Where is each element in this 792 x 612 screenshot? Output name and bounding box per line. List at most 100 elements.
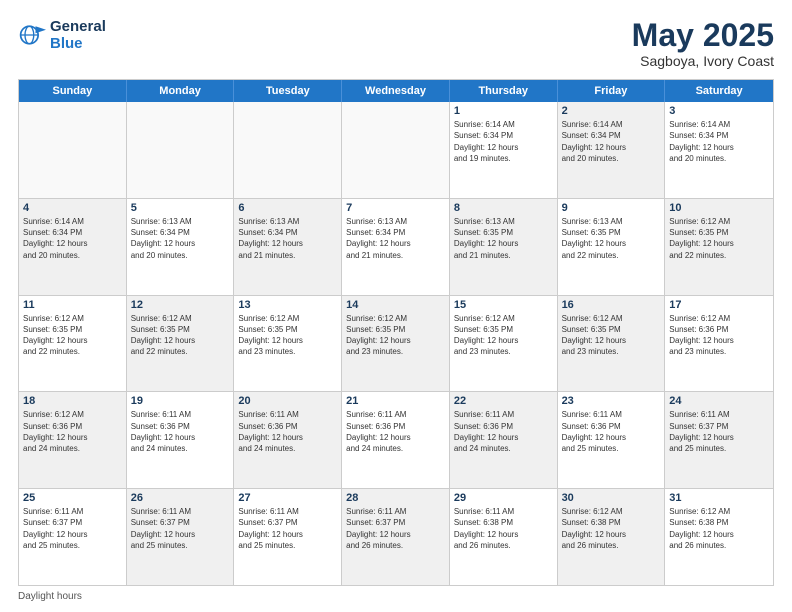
cell-detail: Sunrise: 6:13 AM Sunset: 6:35 PM Dayligh… <box>454 216 553 261</box>
cell-detail: Sunrise: 6:12 AM Sunset: 6:35 PM Dayligh… <box>454 313 553 358</box>
calendar-cell: 3 Sunrise: 6:14 AM Sunset: 6:34 PM Daylig… <box>665 102 773 198</box>
day-number: 26 <box>131 492 230 504</box>
calendar-cell: 4Sunrise: 6:14 AM Sunset: 6:34 PM Daylig… <box>19 199 127 295</box>
day-number: 27 <box>238 492 337 504</box>
day-number: 31 <box>669 492 769 504</box>
cell-detail: Sunrise: 6:11 AM Sunset: 6:38 PM Dayligh… <box>454 506 553 551</box>
cell-detail: Sunrise: 6:13 AM Sunset: 6:34 PM Dayligh… <box>131 216 230 261</box>
logo: General Blue <box>18 18 106 53</box>
cell-detail: Sunrise: 6:11 AM Sunset: 6:36 PM Dayligh… <box>346 409 445 454</box>
day-number: 3 <box>669 105 769 117</box>
calendar-week-row: 1 Sunrise: 6:14 AM Sunset: 6:34 PM Daylig… <box>19 102 773 199</box>
header: General Blue May 2025 Sagboya, Ivory Coa… <box>18 18 774 69</box>
day-number: 1 <box>454 105 553 117</box>
day-number: 20 <box>238 395 337 407</box>
calendar-cell: 22 Sunrise: 6:11 AM Sunset: 6:36 PM Dayli… <box>450 392 558 488</box>
cell-detail: Sunrise: 6:14 AM Sunset: 6:34 PM Dayligh… <box>562 119 661 164</box>
cell-detail: Sunrise: 6:12 AM Sunset: 6:38 PM Dayligh… <box>669 506 769 551</box>
logo-icon <box>18 21 46 49</box>
calendar: SundayMondayTuesdayWednesdayThursdayFrid… <box>18 79 774 586</box>
cell-detail: Sunrise: 6:12 AM Sunset: 6:35 PM Dayligh… <box>23 313 122 358</box>
cell-detail: Sunrise: 6:11 AM Sunset: 6:36 PM Dayligh… <box>131 409 230 454</box>
cell-detail: Sunrise: 6:11 AM Sunset: 6:36 PM Dayligh… <box>562 409 661 454</box>
cell-detail: Sunrise: 6:11 AM Sunset: 6:37 PM Dayligh… <box>238 506 337 551</box>
calendar-day-header: Wednesday <box>342 80 450 102</box>
cell-detail: Sunrise: 6:12 AM Sunset: 6:38 PM Dayligh… <box>562 506 661 551</box>
cell-detail: Sunrise: 6:11 AM Sunset: 6:36 PM Dayligh… <box>238 409 337 454</box>
calendar-day-header: Thursday <box>450 80 558 102</box>
day-number: 21 <box>346 395 445 407</box>
subtitle: Sagboya, Ivory Coast <box>632 53 774 69</box>
calendar-cell: 17Sunrise: 6:12 AM Sunset: 6:36 PM Dayli… <box>665 296 773 392</box>
cell-detail: Sunrise: 6:14 AM Sunset: 6:34 PM Dayligh… <box>669 119 769 164</box>
day-number: 30 <box>562 492 661 504</box>
calendar-cell <box>234 102 342 198</box>
main-title: May 2025 <box>632 18 774 53</box>
calendar-cell <box>127 102 235 198</box>
calendar-cell: 19 Sunrise: 6:11 AM Sunset: 6:36 PM Dayli… <box>127 392 235 488</box>
logo-text: General Blue <box>50 18 106 53</box>
cell-detail: Sunrise: 6:12 AM Sunset: 6:35 PM Dayligh… <box>131 313 230 358</box>
day-number: 19 <box>131 395 230 407</box>
day-number: 22 <box>454 395 553 407</box>
page: General Blue May 2025 Sagboya, Ivory Coa… <box>0 0 792 612</box>
cell-detail: Sunrise: 6:12 AM Sunset: 6:35 PM Dayligh… <box>238 313 337 358</box>
day-number: 15 <box>454 299 553 311</box>
cell-detail: Sunrise: 6:12 AM Sunset: 6:35 PM Dayligh… <box>346 313 445 358</box>
calendar-cell: 14 Sunrise: 6:12 AM Sunset: 6:35 PM Dayli… <box>342 296 450 392</box>
cell-detail: Sunrise: 6:13 AM Sunset: 6:35 PM Dayligh… <box>562 216 661 261</box>
calendar-cell: 15 Sunrise: 6:12 AM Sunset: 6:35 PM Dayli… <box>450 296 558 392</box>
calendar-cell: 30 Sunrise: 6:12 AM Sunset: 6:38 PM Dayli… <box>558 489 666 585</box>
calendar-week-row: 18 Sunrise: 6:12 AM Sunset: 6:36 PM Dayli… <box>19 392 773 489</box>
calendar-cell: 26 Sunrise: 6:11 AM Sunset: 6:37 PM Dayli… <box>127 489 235 585</box>
calendar-cell: 25Sunrise: 6:11 AM Sunset: 6:37 PM Dayli… <box>19 489 127 585</box>
calendar-day-header: Tuesday <box>234 80 342 102</box>
cell-detail: Sunrise: 6:14 AM Sunset: 6:34 PM Dayligh… <box>454 119 553 164</box>
calendar-cell: 13Sunrise: 6:12 AM Sunset: 6:35 PM Dayli… <box>234 296 342 392</box>
calendar-header-row: SundayMondayTuesdayWednesdayThursdayFrid… <box>19 80 773 102</box>
day-number: 5 <box>131 202 230 214</box>
calendar-cell: 7 Sunrise: 6:13 AM Sunset: 6:34 PM Daylig… <box>342 199 450 295</box>
day-number: 14 <box>346 299 445 311</box>
calendar-week-row: 4Sunrise: 6:14 AM Sunset: 6:34 PM Daylig… <box>19 199 773 296</box>
cell-detail: Sunrise: 6:12 AM Sunset: 6:35 PM Dayligh… <box>562 313 661 358</box>
calendar-cell: 28Sunrise: 6:11 AM Sunset: 6:37 PM Dayli… <box>342 489 450 585</box>
cell-detail: Sunrise: 6:12 AM Sunset: 6:35 PM Dayligh… <box>669 216 769 261</box>
calendar-cell: 10Sunrise: 6:12 AM Sunset: 6:35 PM Dayli… <box>665 199 773 295</box>
day-number: 4 <box>23 202 122 214</box>
day-number: 16 <box>562 299 661 311</box>
calendar-cell: 16 Sunrise: 6:12 AM Sunset: 6:35 PM Dayli… <box>558 296 666 392</box>
calendar-day-header: Saturday <box>665 80 773 102</box>
calendar-cell: 5 Sunrise: 6:13 AM Sunset: 6:34 PM Daylig… <box>127 199 235 295</box>
cell-detail: Sunrise: 6:13 AM Sunset: 6:34 PM Dayligh… <box>346 216 445 261</box>
day-number: 11 <box>23 299 122 311</box>
calendar-week-row: 25 Sunrise: 6:11 AM Sunset: 6:37 PM Dayli… <box>19 489 773 585</box>
calendar-cell: 8 Sunrise: 6:13 AM Sunset: 6:35 PM Daylig… <box>450 199 558 295</box>
day-number: 12 <box>131 299 230 311</box>
calendar-cell: 2 Sunrise: 6:14 AM Sunset: 6:34 PM Daylig… <box>558 102 666 198</box>
calendar-cell: 20 Sunrise: 6:11 AM Sunset: 6:36 PM Dayli… <box>234 392 342 488</box>
day-number: 17 <box>669 299 769 311</box>
footer-note: Daylight hours <box>18 591 774 602</box>
calendar-day-header: Sunday <box>19 80 127 102</box>
calendar-cell <box>19 102 127 198</box>
calendar-body: 1 Sunrise: 6:14 AM Sunset: 6:34 PM Daylig… <box>19 102 773 585</box>
day-number: 2 <box>562 105 661 117</box>
calendar-week-row: 11 Sunrise: 6:12 AM Sunset: 6:35 PM Dayli… <box>19 296 773 393</box>
day-number: 25 <box>23 492 122 504</box>
day-number: 6 <box>238 202 337 214</box>
cell-detail: Sunrise: 6:13 AM Sunset: 6:34 PM Dayligh… <box>238 216 337 261</box>
day-number: 18 <box>23 395 122 407</box>
cell-detail: Sunrise: 6:11 AM Sunset: 6:37 PM Dayligh… <box>131 506 230 551</box>
calendar-cell: 27 Sunrise: 6:11 AM Sunset: 6:37 PM Dayli… <box>234 489 342 585</box>
cell-detail: Sunrise: 6:12 AM Sunset: 6:36 PM Dayligh… <box>23 409 122 454</box>
day-number: 9 <box>562 202 661 214</box>
cell-detail: Sunrise: 6:11 AM Sunset: 6:36 PM Dayligh… <box>454 409 553 454</box>
calendar-cell: 11 Sunrise: 6:12 AM Sunset: 6:35 PM Dayli… <box>19 296 127 392</box>
day-number: 28 <box>346 492 445 504</box>
calendar-cell: 24Sunrise: 6:11 AM Sunset: 6:37 PM Dayli… <box>665 392 773 488</box>
calendar-cell: 18 Sunrise: 6:12 AM Sunset: 6:36 PM Dayli… <box>19 392 127 488</box>
calendar-cell: 21 Sunrise: 6:11 AM Sunset: 6:36 PM Dayli… <box>342 392 450 488</box>
day-number: 8 <box>454 202 553 214</box>
day-number: 7 <box>346 202 445 214</box>
